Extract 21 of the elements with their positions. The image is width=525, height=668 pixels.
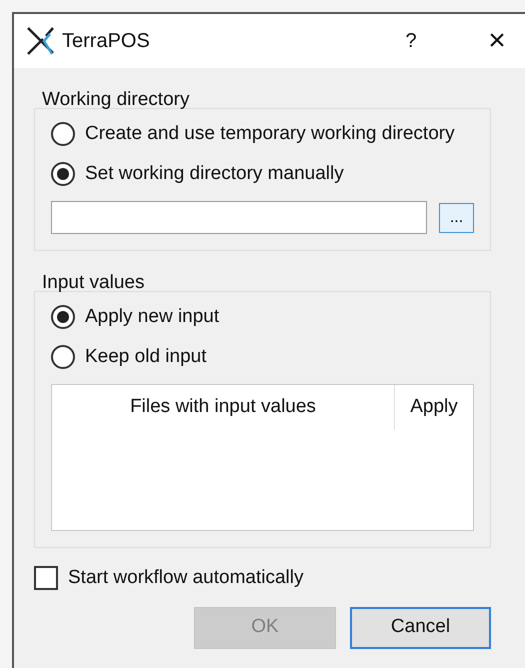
app-logo-icon — [26, 26, 56, 56]
cancel-button[interactable]: Cancel — [350, 606, 491, 648]
help-button[interactable]: ? — [396, 26, 426, 56]
directory-input[interactable] — [51, 201, 427, 234]
radio-label: Create and use temporary working directory — [85, 122, 455, 146]
group-title: Input values — [41, 271, 146, 295]
close-button[interactable]: × — [482, 26, 512, 56]
radio-label: Set working directory manually — [85, 162, 344, 186]
radio-button[interactable] — [51, 162, 75, 186]
group-title: Working directory — [41, 88, 190, 112]
checkbox[interactable] — [34, 566, 58, 590]
window-title: TerraPOS — [62, 29, 150, 54]
radio-label: Apply new input — [85, 304, 220, 329]
radio-label: Keep old input — [85, 344, 206, 369]
checkbox-label: Start workflow automatically — [68, 566, 304, 590]
column-header[interactable]: Apply — [395, 385, 473, 430]
column-header[interactable]: Files with input values — [52, 385, 395, 430]
radio-button[interactable] — [51, 122, 75, 146]
radio-button[interactable] — [51, 345, 75, 369]
browse-button[interactable]: ... — [439, 202, 474, 232]
radio-button[interactable] — [51, 305, 75, 329]
